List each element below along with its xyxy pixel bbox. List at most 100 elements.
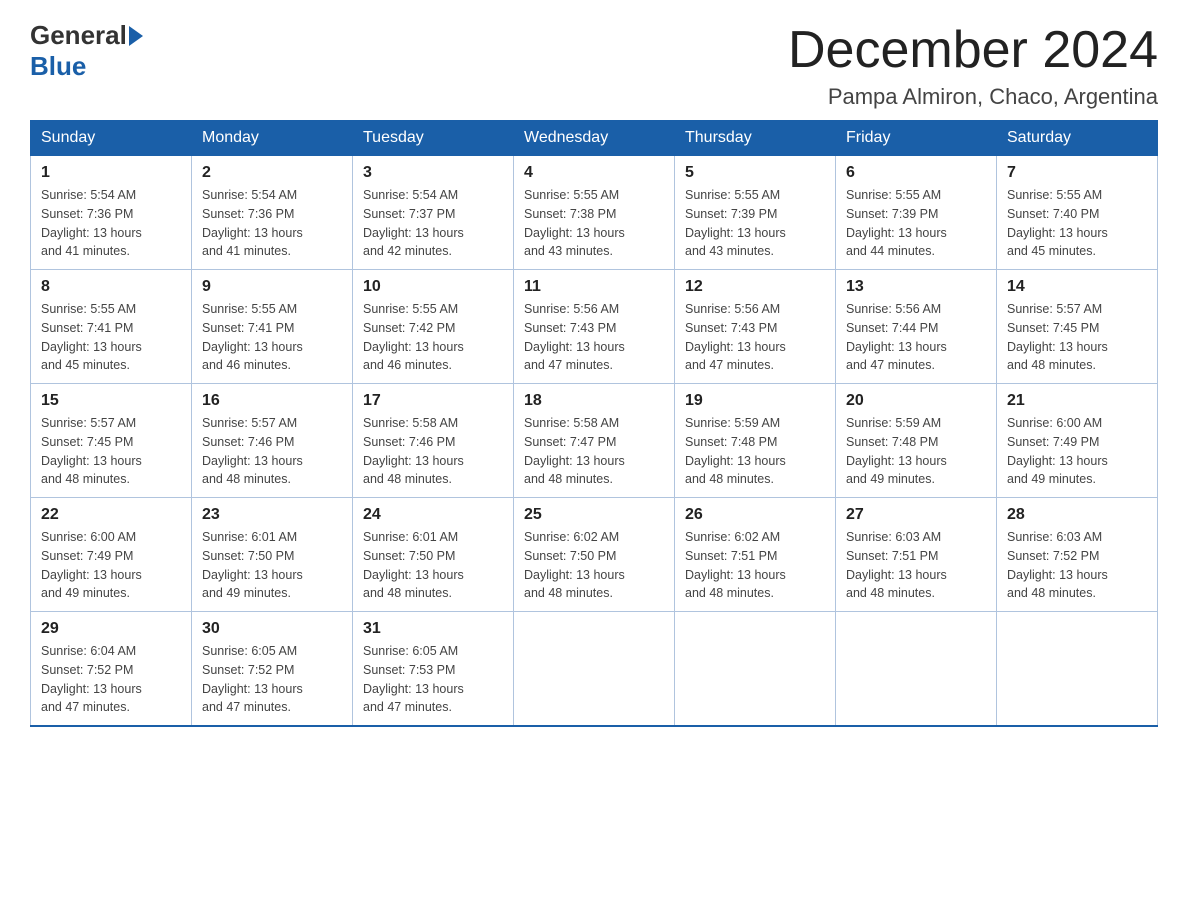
calendar-cell: 22 Sunrise: 6:00 AM Sunset: 7:49 PM Dayl…: [31, 498, 192, 612]
day-info: Sunrise: 5:55 AM Sunset: 7:41 PM Dayligh…: [41, 300, 181, 375]
day-number: 6: [846, 164, 986, 182]
day-info: Sunrise: 5:56 AM Sunset: 7:44 PM Dayligh…: [846, 300, 986, 375]
day-number: 15: [41, 392, 181, 410]
calendar-week-row: 1 Sunrise: 5:54 AM Sunset: 7:36 PM Dayli…: [31, 156, 1158, 270]
day-info: Sunrise: 5:57 AM Sunset: 7:46 PM Dayligh…: [202, 414, 342, 489]
col-monday: Monday: [192, 121, 353, 156]
day-number: 7: [1007, 164, 1147, 182]
calendar-cell: 1 Sunrise: 5:54 AM Sunset: 7:36 PM Dayli…: [31, 156, 192, 270]
day-info: Sunrise: 5:58 AM Sunset: 7:46 PM Dayligh…: [363, 414, 503, 489]
day-info: Sunrise: 6:02 AM Sunset: 7:51 PM Dayligh…: [685, 528, 825, 603]
calendar-header-row: Sunday Monday Tuesday Wednesday Thursday…: [31, 121, 1158, 156]
day-number: 14: [1007, 278, 1147, 296]
calendar-cell: [997, 612, 1158, 727]
calendar-cell: 23 Sunrise: 6:01 AM Sunset: 7:50 PM Dayl…: [192, 498, 353, 612]
calendar-cell: 13 Sunrise: 5:56 AM Sunset: 7:44 PM Dayl…: [836, 270, 997, 384]
day-number: 13: [846, 278, 986, 296]
title-section: December 2024 Pampa Almiron, Chaco, Arge…: [788, 20, 1158, 110]
calendar-cell: 18 Sunrise: 5:58 AM Sunset: 7:47 PM Dayl…: [514, 384, 675, 498]
day-number: 27: [846, 506, 986, 524]
day-number: 20: [846, 392, 986, 410]
day-info: Sunrise: 6:03 AM Sunset: 7:51 PM Dayligh…: [846, 528, 986, 603]
day-number: 1: [41, 164, 181, 182]
calendar-cell: 11 Sunrise: 5:56 AM Sunset: 7:43 PM Dayl…: [514, 270, 675, 384]
calendar-cell: 5 Sunrise: 5:55 AM Sunset: 7:39 PM Dayli…: [675, 156, 836, 270]
day-number: 29: [41, 620, 181, 638]
day-number: 9: [202, 278, 342, 296]
col-thursday: Thursday: [675, 121, 836, 156]
day-number: 18: [524, 392, 664, 410]
calendar-cell: 15 Sunrise: 5:57 AM Sunset: 7:45 PM Dayl…: [31, 384, 192, 498]
calendar-cell: 4 Sunrise: 5:55 AM Sunset: 7:38 PM Dayli…: [514, 156, 675, 270]
calendar-cell: 14 Sunrise: 5:57 AM Sunset: 7:45 PM Dayl…: [997, 270, 1158, 384]
day-number: 24: [363, 506, 503, 524]
calendar-cell: 25 Sunrise: 6:02 AM Sunset: 7:50 PM Dayl…: [514, 498, 675, 612]
day-number: 28: [1007, 506, 1147, 524]
day-number: 30: [202, 620, 342, 638]
calendar-cell: 6 Sunrise: 5:55 AM Sunset: 7:39 PM Dayli…: [836, 156, 997, 270]
day-number: 12: [685, 278, 825, 296]
day-info: Sunrise: 5:59 AM Sunset: 7:48 PM Dayligh…: [685, 414, 825, 489]
calendar-cell: 2 Sunrise: 5:54 AM Sunset: 7:36 PM Dayli…: [192, 156, 353, 270]
day-number: 25: [524, 506, 664, 524]
calendar-week-row: 8 Sunrise: 5:55 AM Sunset: 7:41 PM Dayli…: [31, 270, 1158, 384]
day-number: 22: [41, 506, 181, 524]
day-info: Sunrise: 5:58 AM Sunset: 7:47 PM Dayligh…: [524, 414, 664, 489]
col-friday: Friday: [836, 121, 997, 156]
day-number: 31: [363, 620, 503, 638]
calendar-cell: 19 Sunrise: 5:59 AM Sunset: 7:48 PM Dayl…: [675, 384, 836, 498]
col-wednesday: Wednesday: [514, 121, 675, 156]
day-number: 4: [524, 164, 664, 182]
calendar-cell: 10 Sunrise: 5:55 AM Sunset: 7:42 PM Dayl…: [353, 270, 514, 384]
day-number: 19: [685, 392, 825, 410]
col-tuesday: Tuesday: [353, 121, 514, 156]
calendar-cell: 16 Sunrise: 5:57 AM Sunset: 7:46 PM Dayl…: [192, 384, 353, 498]
calendar-cell: 20 Sunrise: 5:59 AM Sunset: 7:48 PM Dayl…: [836, 384, 997, 498]
calendar-cell: 21 Sunrise: 6:00 AM Sunset: 7:49 PM Dayl…: [997, 384, 1158, 498]
day-info: Sunrise: 6:00 AM Sunset: 7:49 PM Dayligh…: [1007, 414, 1147, 489]
calendar-week-row: 15 Sunrise: 5:57 AM Sunset: 7:45 PM Dayl…: [31, 384, 1158, 498]
calendar-cell: 28 Sunrise: 6:03 AM Sunset: 7:52 PM Dayl…: [997, 498, 1158, 612]
col-sunday: Sunday: [31, 121, 192, 156]
day-number: 11: [524, 278, 664, 296]
day-info: Sunrise: 5:54 AM Sunset: 7:36 PM Dayligh…: [202, 186, 342, 261]
day-info: Sunrise: 6:01 AM Sunset: 7:50 PM Dayligh…: [363, 528, 503, 603]
day-info: Sunrise: 5:57 AM Sunset: 7:45 PM Dayligh…: [41, 414, 181, 489]
calendar-cell: 12 Sunrise: 5:56 AM Sunset: 7:43 PM Dayl…: [675, 270, 836, 384]
calendar-cell: 30 Sunrise: 6:05 AM Sunset: 7:52 PM Dayl…: [192, 612, 353, 727]
day-info: Sunrise: 6:02 AM Sunset: 7:50 PM Dayligh…: [524, 528, 664, 603]
calendar-cell: 17 Sunrise: 5:58 AM Sunset: 7:46 PM Dayl…: [353, 384, 514, 498]
calendar-cell: 27 Sunrise: 6:03 AM Sunset: 7:51 PM Dayl…: [836, 498, 997, 612]
month-title: December 2024: [788, 20, 1158, 80]
day-number: 3: [363, 164, 503, 182]
day-info: Sunrise: 5:55 AM Sunset: 7:39 PM Dayligh…: [685, 186, 825, 261]
day-number: 21: [1007, 392, 1147, 410]
logo-arrow-icon: [129, 26, 143, 46]
location-text: Pampa Almiron, Chaco, Argentina: [788, 84, 1158, 110]
day-number: 23: [202, 506, 342, 524]
day-info: Sunrise: 6:03 AM Sunset: 7:52 PM Dayligh…: [1007, 528, 1147, 603]
day-info: Sunrise: 5:56 AM Sunset: 7:43 PM Dayligh…: [524, 300, 664, 375]
logo: General Blue: [30, 20, 145, 82]
day-info: Sunrise: 5:55 AM Sunset: 7:39 PM Dayligh…: [846, 186, 986, 261]
day-info: Sunrise: 5:55 AM Sunset: 7:42 PM Dayligh…: [363, 300, 503, 375]
day-number: 5: [685, 164, 825, 182]
day-number: 16: [202, 392, 342, 410]
day-info: Sunrise: 5:54 AM Sunset: 7:36 PM Dayligh…: [41, 186, 181, 261]
day-info: Sunrise: 5:59 AM Sunset: 7:48 PM Dayligh…: [846, 414, 986, 489]
day-info: Sunrise: 5:54 AM Sunset: 7:37 PM Dayligh…: [363, 186, 503, 261]
day-info: Sunrise: 6:05 AM Sunset: 7:52 PM Dayligh…: [202, 642, 342, 717]
day-info: Sunrise: 6:00 AM Sunset: 7:49 PM Dayligh…: [41, 528, 181, 603]
day-number: 10: [363, 278, 503, 296]
calendar-cell: 29 Sunrise: 6:04 AM Sunset: 7:52 PM Dayl…: [31, 612, 192, 727]
calendar-cell: 3 Sunrise: 5:54 AM Sunset: 7:37 PM Dayli…: [353, 156, 514, 270]
calendar-week-row: 29 Sunrise: 6:04 AM Sunset: 7:52 PM Dayl…: [31, 612, 1158, 727]
day-number: 2: [202, 164, 342, 182]
day-info: Sunrise: 6:04 AM Sunset: 7:52 PM Dayligh…: [41, 642, 181, 717]
calendar-week-row: 22 Sunrise: 6:00 AM Sunset: 7:49 PM Dayl…: [31, 498, 1158, 612]
calendar-cell: [675, 612, 836, 727]
col-saturday: Saturday: [997, 121, 1158, 156]
logo-blue-text: Blue: [30, 51, 86, 81]
day-number: 8: [41, 278, 181, 296]
day-info: Sunrise: 5:55 AM Sunset: 7:40 PM Dayligh…: [1007, 186, 1147, 261]
